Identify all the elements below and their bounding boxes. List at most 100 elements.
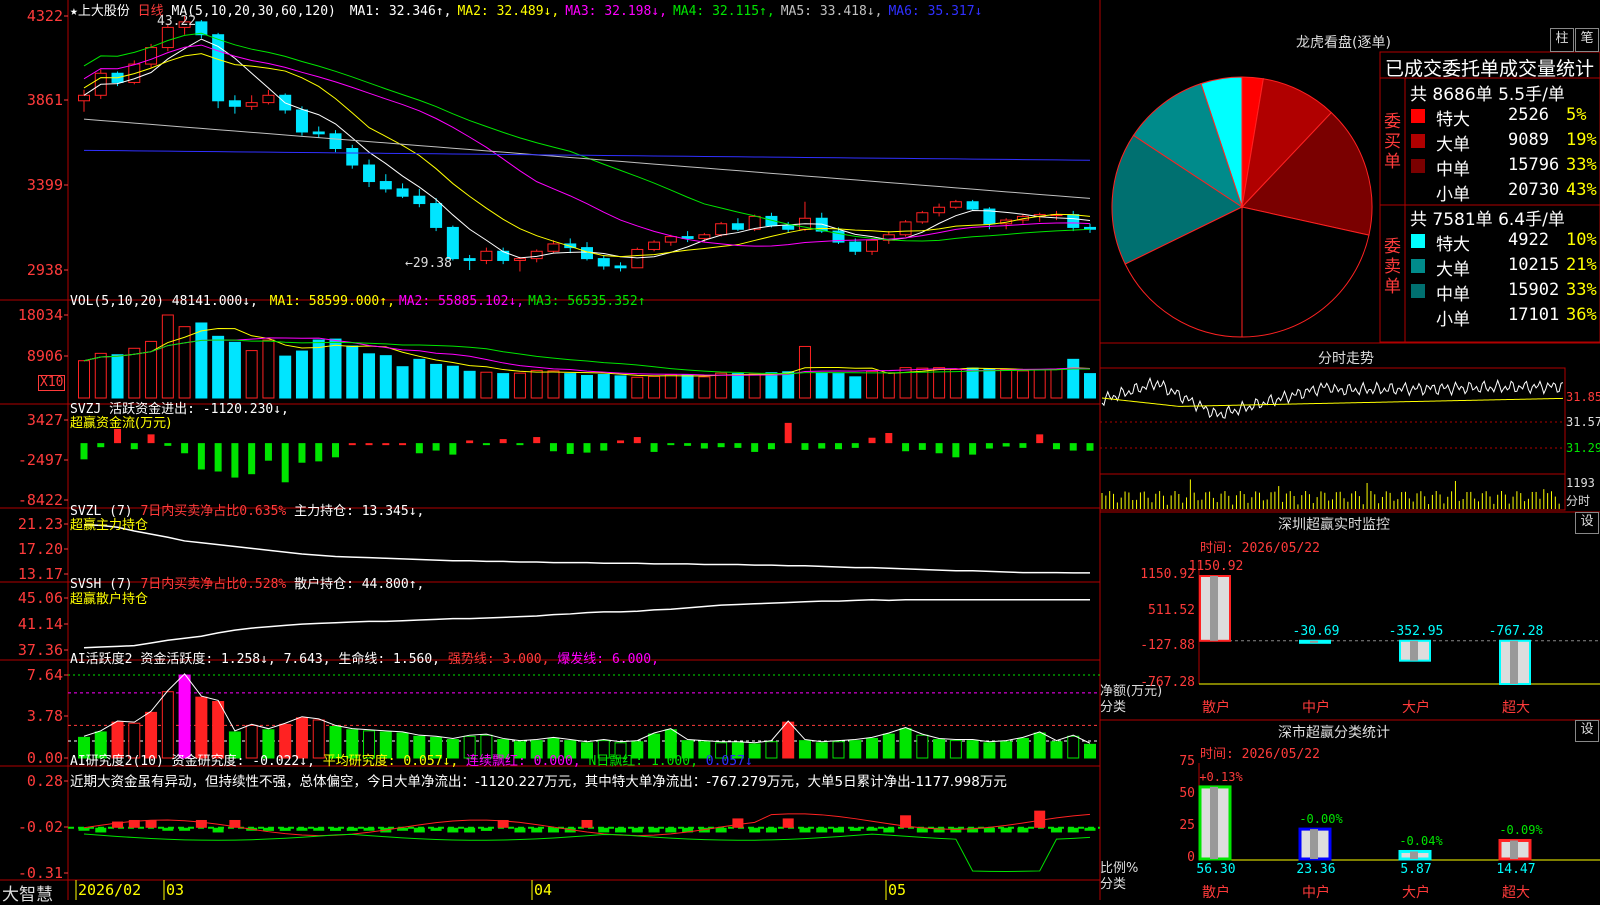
research-bar xyxy=(95,827,107,833)
svzj-bar xyxy=(214,443,222,472)
research-bar xyxy=(330,827,341,831)
research-bar xyxy=(950,827,962,833)
svsh-value: 散户持仓: 44.800↑, xyxy=(294,577,425,592)
volume-bar xyxy=(1016,370,1029,399)
research-bar xyxy=(1000,827,1012,833)
class-value-label: 56.30 xyxy=(1196,862,1236,877)
class-change-label: -0.09% xyxy=(1499,823,1543,838)
intraday-vol-max: 1193 xyxy=(1566,476,1595,490)
volume-bar xyxy=(664,374,677,399)
ai2-n-red: N日飘红: 1.000, xyxy=(588,754,698,769)
volume-bar xyxy=(698,376,711,399)
research-bar xyxy=(765,827,777,833)
svzj-bar xyxy=(784,422,792,444)
legend-swatch xyxy=(1411,234,1425,248)
volume-bar xyxy=(161,314,174,399)
class-change-label: -0.00% xyxy=(1299,812,1343,827)
research-bar xyxy=(78,827,90,831)
research-bar xyxy=(665,827,677,833)
y-tick-ai: 3.78 xyxy=(26,707,63,725)
intraday-title: 分时走势 xyxy=(1318,351,1374,367)
order-pct: 21% xyxy=(1566,255,1597,275)
candle-body xyxy=(648,241,661,250)
svzj-bar xyxy=(147,434,155,444)
svzj-bar xyxy=(80,443,88,460)
column-view-button[interactable]: 柱 xyxy=(1550,28,1574,52)
order-pct: 10% xyxy=(1566,230,1597,250)
y-tick-vol: 18034 xyxy=(17,306,63,324)
order-vol: 9089 xyxy=(1508,130,1549,150)
buy-total: 共 8686单 5.5手/单 xyxy=(1410,85,1565,105)
svzj-bar xyxy=(885,433,893,444)
candle-body xyxy=(513,258,526,261)
y-tick-svzl: 17.20 xyxy=(17,540,63,558)
candle-body xyxy=(664,236,677,243)
ai-bar xyxy=(916,734,929,759)
research-bar xyxy=(983,827,995,833)
volume-bar xyxy=(279,355,292,399)
volume-series xyxy=(78,314,1096,399)
volume-bar xyxy=(195,322,208,399)
research-bar xyxy=(715,827,727,833)
x-axis-label: 05 xyxy=(888,881,907,899)
ai-lifeline: 生命线: 1.560, xyxy=(338,652,441,667)
research-bar xyxy=(782,818,794,828)
legend-swatch xyxy=(1411,109,1425,123)
ai-bar xyxy=(1084,743,1096,759)
candle-body xyxy=(195,21,208,36)
volume-bar xyxy=(463,370,476,399)
legend-swatch xyxy=(1411,159,1425,173)
ai-bar xyxy=(161,691,174,759)
ai-activity-series xyxy=(78,674,1096,759)
x-axis-label: 03 xyxy=(166,881,185,899)
ai2-last: 0.057↓ xyxy=(705,754,753,769)
volume-bar xyxy=(949,368,962,399)
legend-swatch xyxy=(1411,259,1425,273)
research-bar xyxy=(1017,827,1029,833)
candle-body xyxy=(631,248,644,269)
class-category-label: 中户 xyxy=(1302,885,1330,901)
brand-logo[interactable]: 大智慧 xyxy=(2,880,53,905)
intraday-volume xyxy=(1101,479,1560,509)
volume-bar xyxy=(983,368,996,399)
ai-bar xyxy=(832,741,845,759)
ai2-research: 资金研究度: -0.022↓, xyxy=(171,754,315,769)
research-bar xyxy=(849,827,861,831)
class-category-label: 大户 xyxy=(1402,885,1430,901)
svzj-bar xyxy=(332,443,339,458)
sz-monitor-settings-button[interactable]: 设 xyxy=(1575,512,1599,534)
ai2-summary: 近期大资金虽有异动，但持续性不强，总体偏空，今日大单净流出：-1120.227万… xyxy=(70,774,1007,790)
monitor-category-label: 散户 xyxy=(1202,700,1230,716)
svzj-bar xyxy=(549,443,557,452)
svzl-subtitle: 超赢主力持仓 xyxy=(70,518,149,533)
candle-body xyxy=(446,226,459,260)
svzj-bar xyxy=(1019,443,1027,448)
svzj-series xyxy=(80,422,1094,483)
y-tick-svsh: 41.14 xyxy=(17,615,63,633)
volume-bar xyxy=(530,369,543,399)
research-bar xyxy=(430,827,442,831)
y-tick-svzl: 13.17 xyxy=(17,565,63,583)
candle-body xyxy=(715,223,728,236)
sell-orders-label: 委卖单 xyxy=(1384,237,1401,297)
monitor-value-label: -352.95 xyxy=(1388,623,1444,639)
y-tick-vol: 8906 xyxy=(26,347,63,365)
candle-body xyxy=(614,265,627,269)
svzj-bar xyxy=(835,443,842,450)
candle-body xyxy=(295,109,308,133)
volume-bar xyxy=(346,345,359,399)
svzj-bar xyxy=(717,443,725,448)
svzj-bar xyxy=(114,428,122,444)
svzj-bar xyxy=(600,443,608,451)
svzj-bar xyxy=(851,443,859,448)
volume-bar xyxy=(413,358,426,399)
pen-view-button[interactable]: 笔 xyxy=(1575,28,1599,52)
vol-label: VOL(5,10,20) xyxy=(70,294,164,309)
svzj-bar xyxy=(482,443,490,446)
candle-body xyxy=(363,164,376,183)
sz-class-settings-button[interactable]: 设 xyxy=(1575,720,1599,742)
class-change-label: -0.04% xyxy=(1399,834,1443,849)
buy-orders-label: 委买单 xyxy=(1384,112,1401,172)
vol-unit-badge[interactable]: X10 xyxy=(38,375,66,391)
class-y-tick: 75 xyxy=(1179,754,1195,769)
